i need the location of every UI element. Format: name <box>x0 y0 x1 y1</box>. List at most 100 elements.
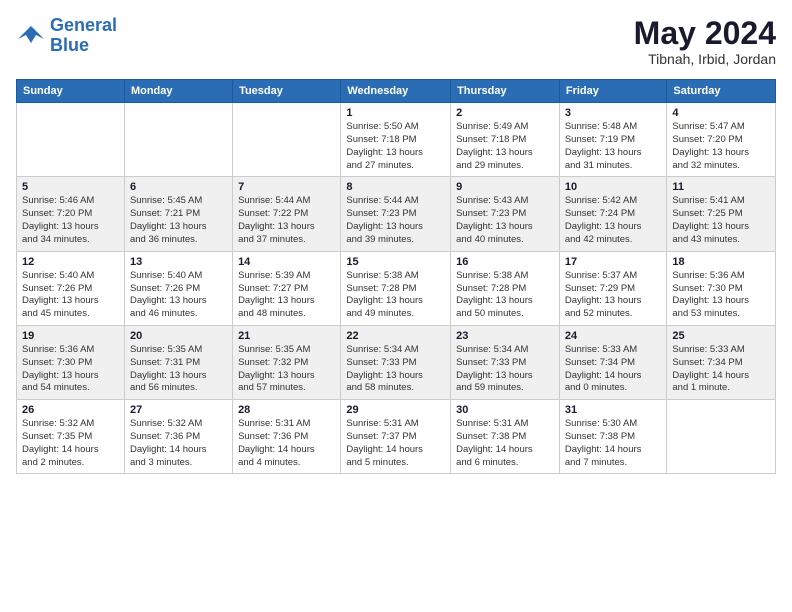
day-info: Sunrise: 5:30 AM Sunset: 7:38 PM Dayligh… <box>565 418 662 469</box>
day-number: 23 <box>456 330 554 342</box>
day-info: Sunrise: 5:40 AM Sunset: 7:26 PM Dayligh… <box>22 270 119 321</box>
day-number: 10 <box>565 181 662 193</box>
calendar-cell: 6 Sunrise: 5:45 AM Sunset: 7:21 PM Daylig… <box>124 177 232 251</box>
day-number: 12 <box>22 256 119 268</box>
calendar-cell: 10 Sunrise: 5:42 AM Sunset: 7:24 PM Dayli… <box>559 177 667 251</box>
calendar-cell: 16 Sunrise: 5:38 AM Sunset: 7:28 PM Dayli… <box>451 251 560 325</box>
day-info: Sunrise: 5:33 AM Sunset: 7:34 PM Dayligh… <box>565 344 662 395</box>
calendar-cell: 31 Sunrise: 5:30 AM Sunset: 7:38 PM Dayli… <box>559 400 667 474</box>
calendar-cell: 3Sunrise: 5:48 AM Sunset: 7:19 PM Daylig… <box>559 103 667 177</box>
day-info: Sunrise: 5:50 AM Sunset: 7:18 PM Dayligh… <box>346 121 445 172</box>
calendar-cell: 14 Sunrise: 5:39 AM Sunset: 7:27 PM Dayli… <box>233 251 341 325</box>
day-info: Sunrise: 5:45 AM Sunset: 7:21 PM Dayligh… <box>130 195 227 246</box>
day-info: Sunrise: 5:43 AM Sunset: 7:23 PM Dayligh… <box>456 195 554 246</box>
day-info: Sunrise: 5:35 AM Sunset: 7:31 PM Dayligh… <box>130 344 227 395</box>
day-info: Sunrise: 5:33 AM Sunset: 7:34 PM Dayligh… <box>672 344 770 395</box>
calendar-header-row: Sunday Monday Tuesday Wednesday Thursday… <box>17 80 776 103</box>
day-number: 14 <box>238 256 335 268</box>
day-info: Sunrise: 5:39 AM Sunset: 7:27 PM Dayligh… <box>238 270 335 321</box>
day-info: Sunrise: 5:35 AM Sunset: 7:32 PM Dayligh… <box>238 344 335 395</box>
day-info: Sunrise: 5:36 AM Sunset: 7:30 PM Dayligh… <box>22 344 119 395</box>
day-number: 28 <box>238 404 335 416</box>
day-number: 3 <box>565 107 662 119</box>
calendar-cell: 11 Sunrise: 5:41 AM Sunset: 7:25 PM Dayli… <box>667 177 776 251</box>
day-number: 24 <box>565 330 662 342</box>
day-info: Sunrise: 5:38 AM Sunset: 7:28 PM Dayligh… <box>346 270 445 321</box>
day-number: 26 <box>22 404 119 416</box>
day-number: 17 <box>565 256 662 268</box>
day-info: Sunrise: 5:36 AM Sunset: 7:30 PM Dayligh… <box>672 270 770 321</box>
day-info: Sunrise: 5:42 AM Sunset: 7:24 PM Dayligh… <box>565 195 662 246</box>
day-number: 21 <box>238 330 335 342</box>
calendar-week-row: 19 Sunrise: 5:36 AM Sunset: 7:30 PM Dayli… <box>17 325 776 399</box>
calendar-cell: 2Sunrise: 5:49 AM Sunset: 7:18 PM Daylig… <box>451 103 560 177</box>
day-number: 13 <box>130 256 227 268</box>
day-info: Sunrise: 5:31 AM Sunset: 7:37 PM Dayligh… <box>346 418 445 469</box>
calendar-week-row: 12 Sunrise: 5:40 AM Sunset: 7:26 PM Dayli… <box>17 251 776 325</box>
calendar-cell: 4Sunrise: 5:47 AM Sunset: 7:20 PM Daylig… <box>667 103 776 177</box>
day-number: 27 <box>130 404 227 416</box>
col-tuesday: Tuesday <box>233 80 341 103</box>
calendar-cell <box>233 103 341 177</box>
day-info: Sunrise: 5:34 AM Sunset: 7:33 PM Dayligh… <box>346 344 445 395</box>
day-info: Sunrise: 5:32 AM Sunset: 7:36 PM Dayligh… <box>130 418 227 469</box>
calendar-cell: 23Sunrise: 5:34 AM Sunset: 7:33 PM Dayli… <box>451 325 560 399</box>
day-number: 31 <box>565 404 662 416</box>
calendar-cell: 7 Sunrise: 5:44 AM Sunset: 7:22 PM Daylig… <box>233 177 341 251</box>
calendar-cell: 27 Sunrise: 5:32 AM Sunset: 7:36 PM Dayli… <box>124 400 232 474</box>
day-info: Sunrise: 5:44 AM Sunset: 7:23 PM Dayligh… <box>346 195 445 246</box>
calendar-cell: 12 Sunrise: 5:40 AM Sunset: 7:26 PM Dayli… <box>17 251 125 325</box>
calendar-container: GeneralBlue May 2024 Tibnah, Irbid, Jord… <box>0 0 792 484</box>
month-title: May 2024 <box>634 16 776 51</box>
calendar-cell: 25 Sunrise: 5:33 AM Sunset: 7:34 PM Dayli… <box>667 325 776 399</box>
day-number: 18 <box>672 256 770 268</box>
calendar-cell <box>667 400 776 474</box>
day-number: 15 <box>346 256 445 268</box>
calendar-cell <box>124 103 232 177</box>
calendar-week-row: 5 Sunrise: 5:46 AM Sunset: 7:20 PM Daylig… <box>17 177 776 251</box>
location: Tibnah, Irbid, Jordan <box>634 51 776 67</box>
calendar-cell: 24 Sunrise: 5:33 AM Sunset: 7:34 PM Dayli… <box>559 325 667 399</box>
col-friday: Friday <box>559 80 667 103</box>
calendar-cell: 26 Sunrise: 5:32 AM Sunset: 7:35 PM Dayli… <box>17 400 125 474</box>
day-number: 8 <box>346 181 445 193</box>
day-number: 11 <box>672 181 770 193</box>
calendar-cell: 30Sunrise: 5:31 AM Sunset: 7:38 PM Dayli… <box>451 400 560 474</box>
day-number: 4 <box>672 107 770 119</box>
calendar-cell: 21 Sunrise: 5:35 AM Sunset: 7:32 PM Dayli… <box>233 325 341 399</box>
calendar-cell: 15 Sunrise: 5:38 AM Sunset: 7:28 PM Dayli… <box>341 251 451 325</box>
calendar-cell: 1 Sunrise: 5:50 AM Sunset: 7:18 PM Daylig… <box>341 103 451 177</box>
day-number: 29 <box>346 404 445 416</box>
day-number: 6 <box>130 181 227 193</box>
day-number: 7 <box>238 181 335 193</box>
day-number: 5 <box>22 181 119 193</box>
col-monday: Monday <box>124 80 232 103</box>
calendar-cell: 20Sunrise: 5:35 AM Sunset: 7:31 PM Dayli… <box>124 325 232 399</box>
logo: GeneralBlue <box>16 16 117 56</box>
day-number: 1 <box>346 107 445 119</box>
calendar-cell: 22Sunrise: 5:34 AM Sunset: 7:33 PM Dayli… <box>341 325 451 399</box>
day-info: Sunrise: 5:31 AM Sunset: 7:38 PM Dayligh… <box>456 418 554 469</box>
logo-text: GeneralBlue <box>50 16 117 56</box>
day-info: Sunrise: 5:37 AM Sunset: 7:29 PM Dayligh… <box>565 270 662 321</box>
day-info: Sunrise: 5:46 AM Sunset: 7:20 PM Dayligh… <box>22 195 119 246</box>
header: GeneralBlue May 2024 Tibnah, Irbid, Jord… <box>16 16 776 67</box>
calendar-cell: 17 Sunrise: 5:37 AM Sunset: 7:29 PM Dayli… <box>559 251 667 325</box>
calendar-cell: 13Sunrise: 5:40 AM Sunset: 7:26 PM Dayli… <box>124 251 232 325</box>
logo-icon <box>16 21 46 51</box>
day-info: Sunrise: 5:38 AM Sunset: 7:28 PM Dayligh… <box>456 270 554 321</box>
day-number: 9 <box>456 181 554 193</box>
calendar-week-row: 26 Sunrise: 5:32 AM Sunset: 7:35 PM Dayli… <box>17 400 776 474</box>
col-thursday: Thursday <box>451 80 560 103</box>
calendar-cell: 8 Sunrise: 5:44 AM Sunset: 7:23 PM Daylig… <box>341 177 451 251</box>
day-info: Sunrise: 5:32 AM Sunset: 7:35 PM Dayligh… <box>22 418 119 469</box>
day-number: 25 <box>672 330 770 342</box>
day-info: Sunrise: 5:41 AM Sunset: 7:25 PM Dayligh… <box>672 195 770 246</box>
day-number: 19 <box>22 330 119 342</box>
calendar-cell: 28 Sunrise: 5:31 AM Sunset: 7:36 PM Dayli… <box>233 400 341 474</box>
day-number: 16 <box>456 256 554 268</box>
day-info: Sunrise: 5:44 AM Sunset: 7:22 PM Dayligh… <box>238 195 335 246</box>
day-info: Sunrise: 5:31 AM Sunset: 7:36 PM Dayligh… <box>238 418 335 469</box>
calendar-cell <box>17 103 125 177</box>
col-sunday: Sunday <box>17 80 125 103</box>
